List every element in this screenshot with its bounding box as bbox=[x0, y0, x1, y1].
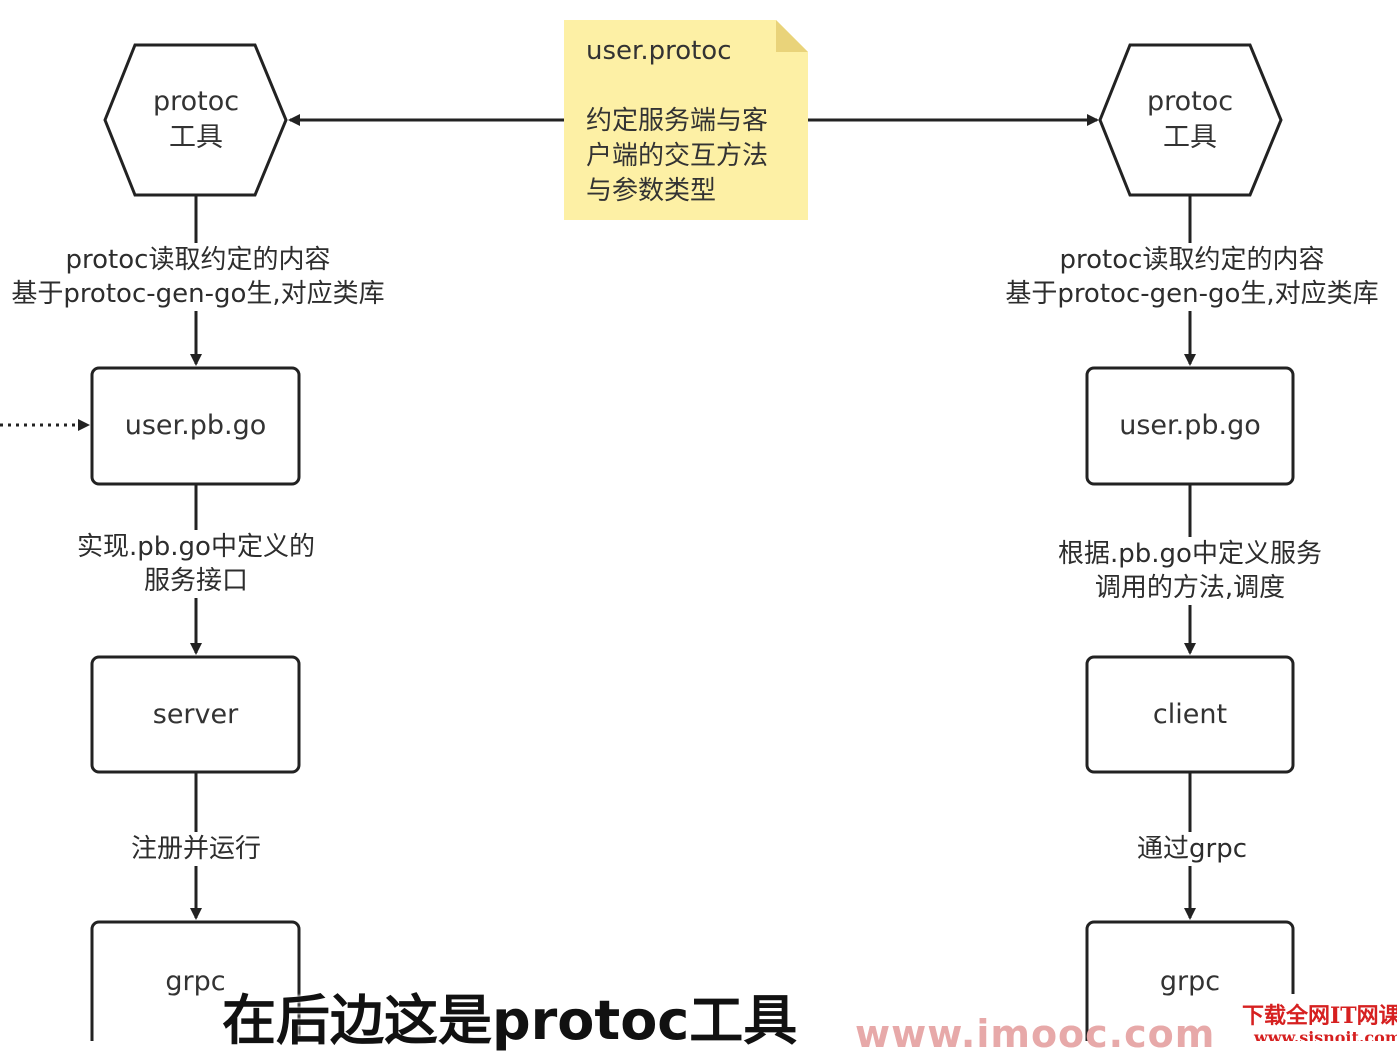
right-pb-label: user.pb.go bbox=[1119, 410, 1261, 441]
site-watermark-line2: www.sjsnoit.com bbox=[1254, 1028, 1397, 1041]
left-pb-label: user.pb.go bbox=[124, 410, 267, 441]
site-watermark: 下载全网IT网课 www.sjsnoit.com bbox=[1236, 994, 1397, 1041]
imooc-watermark: www.imooc.com bbox=[855, 1012, 1216, 1056]
left-step1-label: protoc读取约定的内容 基于protoc-gen-go生,对应类库 bbox=[0, 243, 396, 311]
left-step2-label: 实现.pb.go中定义的 服务接口 bbox=[56, 530, 336, 598]
server-label: server bbox=[152, 698, 239, 730]
right-protoc-tool-label: protoc 工具 bbox=[1146, 86, 1234, 153]
left-protoc-tool-label: protoc 工具 bbox=[152, 86, 240, 153]
right-step2-label: 根据.pb.go中定义服务 调用的方法,调度 bbox=[1040, 537, 1340, 605]
note-body: 约定服务端与客 户端的交互方法 与参数类型 bbox=[586, 106, 769, 206]
right-step3-label: 通过grpc bbox=[1122, 832, 1262, 866]
left-step3-label: 注册并运行 bbox=[116, 832, 276, 866]
note-title: user.protoc bbox=[586, 36, 732, 66]
site-watermark-line1: 下载全网IT网课 bbox=[1242, 1003, 1397, 1029]
video-subtitle: 在后边这是protoc工具 bbox=[222, 989, 798, 1052]
client-label: client bbox=[1152, 698, 1228, 730]
right-step1-label: protoc读取约定的内容 基于protoc-gen-go生,对应类库 bbox=[990, 243, 1394, 311]
